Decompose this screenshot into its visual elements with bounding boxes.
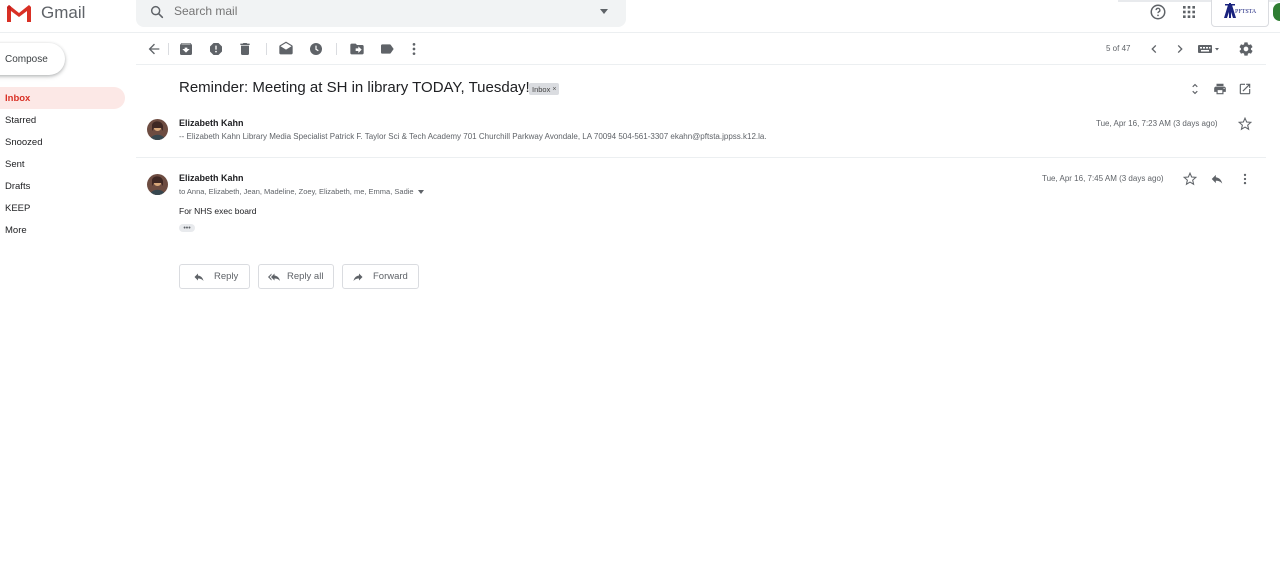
account-label: PFTSTA [1235, 9, 1257, 15]
label-chip-text: Inbox [532, 84, 551, 94]
inbox-label-chip[interactable]: Inbox × [529, 83, 560, 95]
reply-all-icon [268, 273, 280, 281]
report-spam-icon[interactable] [208, 41, 224, 57]
show-trimmed-content-button[interactable]: ••• [179, 224, 195, 232]
message-toolbar: 5 of 47 [136, 33, 1266, 65]
star-icon[interactable] [1183, 172, 1197, 186]
avatar-photo-icon [147, 119, 168, 140]
message-divider [136, 157, 1266, 158]
reply-button[interactable]: Reply [179, 264, 250, 289]
sidebar-item-keep[interactable]: KEEP [0, 197, 125, 219]
sidebar-item-sent[interactable]: Sent [0, 153, 125, 175]
gmail-m-icon [7, 5, 31, 22]
move-to-icon[interactable] [349, 41, 365, 57]
user-avatar[interactable] [1273, 3, 1280, 21]
search-options-caret-icon[interactable] [600, 9, 608, 14]
sidebar-nav: Inbox Starred Snoozed Sent Drafts KEEP M… [0, 87, 125, 241]
more-vert-icon[interactable] [1238, 172, 1252, 186]
sidebar-item-drafts[interactable]: Drafts [0, 175, 125, 197]
sidebar-item-more[interactable]: More [0, 219, 125, 241]
sender-avatar[interactable] [147, 174, 168, 195]
help-icon[interactable] [1149, 3, 1167, 21]
archive-icon[interactable] [178, 41, 194, 57]
search-bar[interactable] [136, 0, 626, 27]
recipients-text: to Anna, Elizabeth, Jean, Madeline, Zoey… [179, 187, 414, 196]
delete-icon[interactable] [237, 41, 253, 57]
message-sender[interactable]: Elizabeth Kahn [179, 173, 244, 183]
older-chevron-right-icon[interactable] [1172, 41, 1188, 57]
message-recipients: to Anna, Elizabeth, Jean, Madeline, Zoey… [179, 187, 424, 196]
expand-all-icon[interactable] [1188, 82, 1202, 96]
thread-subject: Reminder: Meeting at SH in library TODAY… [179, 79, 530, 96]
app-name: Gmail [41, 3, 86, 22]
forward-label: Forward [373, 271, 408, 282]
toolbar-divider [266, 43, 267, 55]
message-snippet[interactable]: -- Elizabeth Kahn Library Media Speciali… [179, 132, 767, 141]
print-icon[interactable] [1213, 82, 1227, 96]
remove-label-icon[interactable]: × [552, 86, 556, 93]
mark-unread-icon[interactable] [278, 41, 294, 57]
reply-all-label: Reply all [287, 271, 324, 282]
search-icon[interactable] [149, 4, 165, 20]
apps-grid-icon[interactable] [1180, 3, 1198, 21]
show-details-caret-icon[interactable] [417, 189, 424, 194]
input-tools-keyboard-icon[interactable] [1197, 43, 1221, 55]
sidebar-item-inbox[interactable]: Inbox [0, 87, 125, 109]
reply-icon [194, 273, 204, 281]
sender-avatar[interactable] [147, 119, 168, 140]
newer-chevron-left-icon[interactable] [1146, 41, 1162, 57]
account-switcher[interactable]: PFTSTA [1211, 0, 1269, 27]
reply-all-button[interactable]: Reply all [258, 264, 334, 289]
star-icon[interactable] [1238, 117, 1252, 131]
toolbar-divider [168, 43, 169, 55]
sidebar-item-starred[interactable]: Starred [0, 109, 125, 131]
back-arrow-icon[interactable] [146, 41, 162, 57]
top-bar: Gmail PFTSTA [0, 0, 1280, 33]
sidebar-item-snoozed[interactable]: Snoozed [0, 131, 125, 153]
message-date: Tue, Apr 16, 7:23 AM (3 days ago) [1096, 119, 1218, 128]
reply-label: Reply [214, 271, 239, 282]
search-input[interactable] [174, 4, 574, 18]
toolbar-divider [336, 43, 337, 55]
message-body: For NHS exec board [179, 206, 257, 216]
snooze-clock-icon[interactable] [308, 41, 324, 57]
more-vert-icon[interactable] [406, 41, 422, 57]
compose-button[interactable]: Compose [0, 43, 65, 75]
message-sender[interactable]: Elizabeth Kahn [179, 118, 244, 128]
avatar-photo-icon [147, 174, 168, 195]
reply-icon[interactable] [1210, 172, 1224, 186]
page-count: 5 of 47 [1106, 44, 1131, 53]
label-icon[interactable] [379, 41, 395, 57]
settings-gear-icon[interactable] [1238, 41, 1254, 57]
gmail-logo[interactable]: Gmail [6, 1, 85, 25]
forward-icon [353, 273, 363, 281]
message-date: Tue, Apr 16, 7:45 AM (3 days ago) [1042, 174, 1164, 183]
open-new-window-icon[interactable] [1238, 82, 1252, 96]
forward-button[interactable]: Forward [342, 264, 419, 289]
